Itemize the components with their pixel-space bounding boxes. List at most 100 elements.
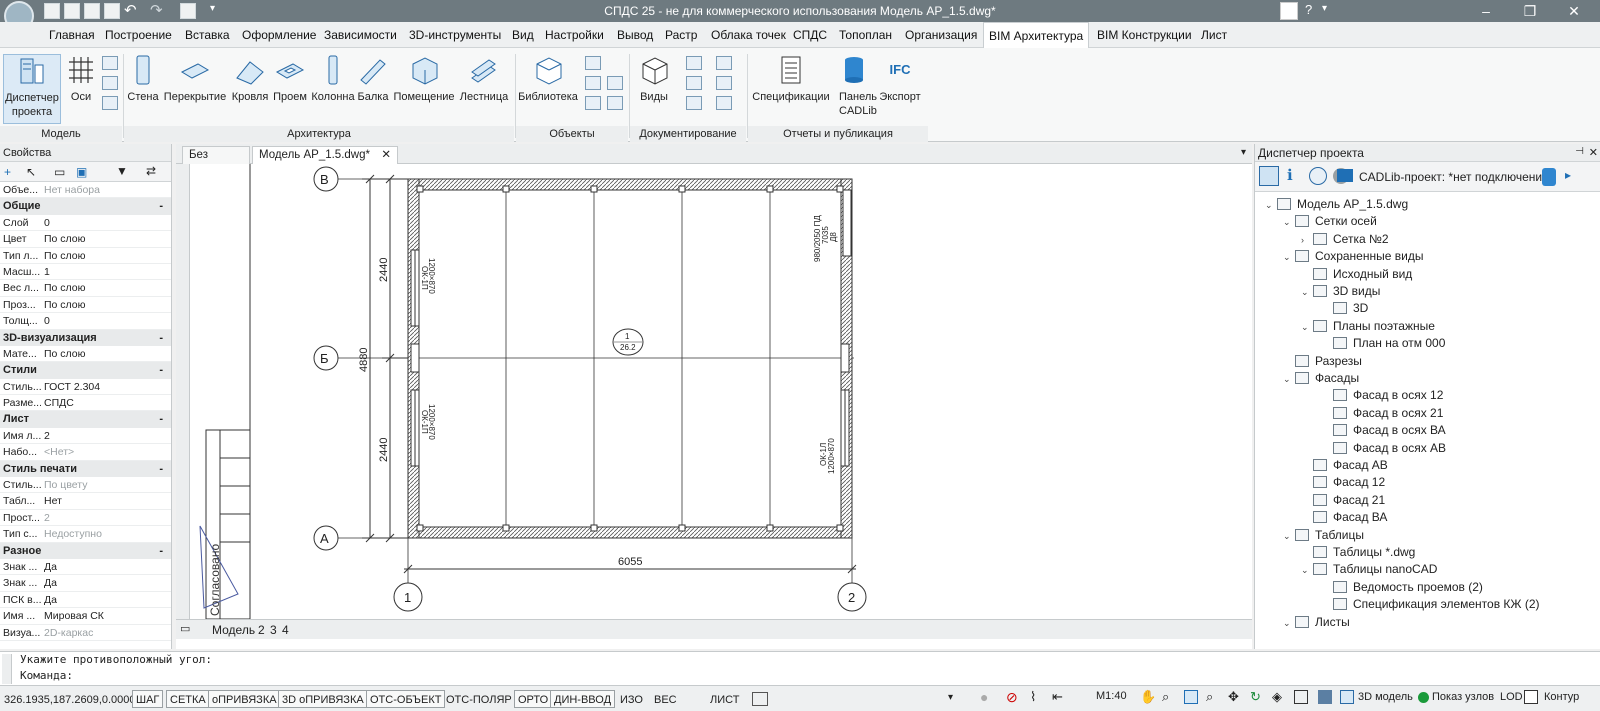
menu-item-active[interactable]: BIM Архитектура [983,22,1090,48]
command-prompt[interactable]: Команда: [20,668,73,684]
toolbar-more-icon[interactable]: ▸ [1565,168,1571,182]
node-icon[interactable] [1418,692,1429,703]
layout-menu-icon[interactable]: ▭ [180,622,190,635]
axes-button[interactable]: Оси [64,54,98,104]
tree-node[interactable]: ⌄ Сетки осей [1283,213,1377,230]
snap-toggle[interactable]: ШАГ [132,690,164,708]
collapse-arrow-icon[interactable]: ⌄ [1283,371,1295,388]
tree-node[interactable]: 3D [1321,300,1368,317]
tab-model[interactable]: Модель [212,623,255,637]
status-dropdown-icon[interactable]: ▾ [948,692,953,703]
tree-node[interactable]: ⌄ 3D виды [1301,283,1380,300]
minimize-button[interactable]: – [1464,0,1508,22]
model-tool-icon[interactable] [102,76,118,90]
grid-toggle[interactable]: СЕТКА [166,690,210,708]
refresh-icon[interactable]: ↻ [1250,689,1261,705]
property-row[interactable]: Цвет По слою [0,231,171,248]
tree-node[interactable]: Ведомость проемов (2) [1321,579,1483,596]
display-icon[interactable] [1294,690,1308,704]
close-button[interactable]: ✕ [1552,0,1596,22]
database-small-icon[interactable] [1542,168,1556,186]
beam-button[interactable]: Балка [356,54,390,104]
property-row[interactable]: Имя ... Мировая СК [0,608,171,625]
property-row[interactable]: Имя л... 2 [0,428,171,445]
view-icon[interactable]: ◈ [1272,689,1282,705]
dimension-icon[interactable] [716,56,732,70]
object-tool-icon[interactable] [585,96,601,110]
lightbulb-icon[interactable]: ● [980,689,988,705]
scale-label[interactable]: M1:40 [1096,690,1127,702]
library-button[interactable]: Библиотека [518,54,578,104]
toggle-icon[interactable]: ⇄ [146,164,156,178]
no-entry-icon[interactable]: ⊘ [1006,689,1018,706]
collapse-arrow-icon[interactable]: ⌄ [1265,197,1277,214]
cube-icon[interactable] [1318,690,1332,704]
expand-icon[interactable]: › [1301,232,1313,249]
slab-button[interactable]: Перекрытие [162,54,228,104]
menu-item[interactable]: Организация [900,22,982,48]
tree-node[interactable]: › Сетка №2 [1301,231,1389,248]
column-button[interactable]: Колонна [310,54,356,104]
pan-icon[interactable]: ✋ [1140,689,1156,705]
views-button[interactable]: Виды [636,54,672,104]
3d-model-icon[interactable] [1340,690,1354,704]
export-button[interactable]: IFC Экспорт [877,54,923,104]
menu-item[interactable]: Облака точек [706,22,791,48]
property-row[interactable]: Масш... 1 [0,264,171,281]
roof-button[interactable]: Кровля [230,54,270,104]
doc-tool-icon[interactable] [686,56,702,70]
stair-button[interactable]: Лестница [458,54,510,104]
pin-icon[interactable]: ⊣ [1575,146,1584,157]
tree-node[interactable]: Фасад 12 [1301,474,1385,491]
property-row[interactable]: Набо... <Нет> [0,444,171,461]
property-row[interactable]: Знак ... Да [0,575,171,592]
measure-icon[interactable]: ⇤ [1052,689,1063,705]
doc-tool-icon[interactable] [686,76,702,90]
collapse-arrow-icon[interactable]: ⌄ [1301,284,1313,301]
property-row[interactable]: Визуа... 2D-каркас [0,625,171,641]
help-dropdown-icon[interactable]: ▾ [1322,3,1327,14]
tree-node[interactable]: Фасад АВ [1301,457,1388,474]
layout-toggle[interactable]: ЛИСТ [706,690,743,708]
tree-node[interactable]: ⌄ Фасады [1283,370,1359,387]
cadlib-panel-button[interactable]: Панель CADLib [834,54,877,118]
menu-item[interactable]: Построение [100,22,177,48]
tree-node[interactable]: Фасад 21 [1301,492,1385,509]
polar-tracking-toggle[interactable]: ОТС-ПОЛЯР [442,690,516,708]
property-row[interactable]: Стиль... По цвету [0,477,171,494]
menu-item[interactable]: СПДС [788,22,832,48]
tree-node[interactable]: Спецификация элементов КЖ (2) [1321,596,1540,613]
project-manager-button[interactable]: Диспетчер проекта [3,54,61,124]
collapse-arrow-icon[interactable]: ⌄ [1301,319,1313,336]
ortho-toggle[interactable]: ОРТО [514,690,553,708]
menu-item[interactable]: Вывод [612,22,658,48]
iso-toggle[interactable]: ИЗО [616,690,647,708]
tree-node[interactable]: Фасад в осях 21 [1321,405,1443,422]
object-tool-icon[interactable] [607,96,623,110]
maximize-button[interactable]: ❐ [1508,0,1552,22]
filter-icon[interactable]: ▼ [116,164,128,178]
osnap-toggle[interactable]: оПРИВЯЗКА [208,690,281,708]
zoom-extents-icon[interactable]: ⌕ [1206,689,1213,705]
model-tool-icon[interactable] [102,56,118,70]
tab-layout-4[interactable]: 4 [282,623,289,637]
tree-node[interactable]: Разрезы [1283,353,1362,370]
open-folder-icon[interactable] [1337,169,1353,182]
tree-node[interactable]: Фасад в осях АВ [1321,440,1446,457]
tree-node[interactable]: Фасад в осях 12 [1321,387,1443,404]
menu-item[interactable]: Топоплан [834,22,897,48]
menu-item[interactable]: Лист [1196,22,1232,48]
property-section[interactable]: Стиль печати - [0,460,171,478]
tab-layout-3[interactable]: 3 [270,623,277,637]
menu-item[interactable]: Настройки [540,22,609,48]
tree-node[interactable]: ⌄ Листы [1283,614,1350,631]
tree-node[interactable]: ⌄ Планы поэтажные [1301,318,1435,335]
property-row[interactable]: Слой 0 [0,215,171,232]
tree-node[interactable]: ⌄ Модель АР_1.5.dwg [1265,196,1408,213]
add-selection-icon[interactable]: + [4,165,11,179]
object-tracking-toggle[interactable]: ОТС-ОБЪЕКТ [366,690,446,708]
quick-select-icon[interactable]: ▣ [76,165,87,179]
nodes-label[interactable]: Показ узлов [1432,691,1494,703]
collapse-icon[interactable]: - [159,461,163,477]
property-section[interactable]: 3D-визуализация - [0,329,171,346]
